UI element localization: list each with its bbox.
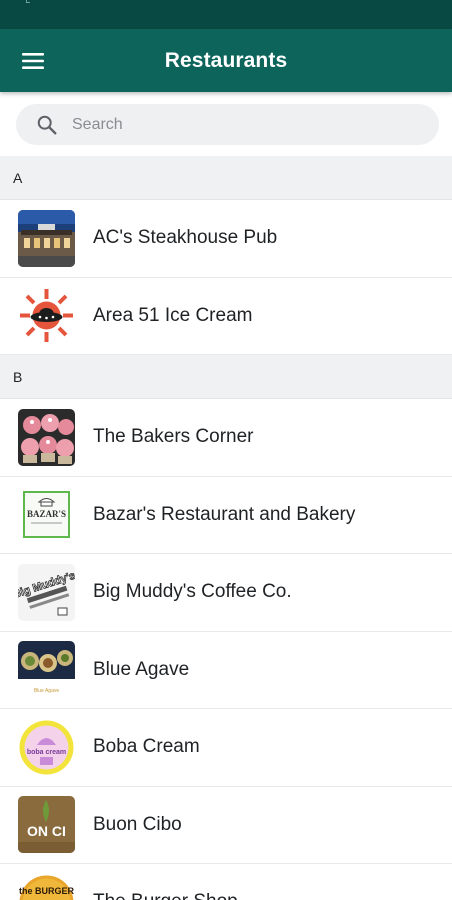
list-item[interactable]: Area 51 Ice Cream	[0, 277, 452, 355]
buon-cibo-logo-icon: ON CI	[18, 796, 75, 854]
search-input[interactable]	[72, 104, 422, 145]
list-item[interactable]: The Bakers Corner	[0, 399, 452, 477]
restaurant-list: A AC's Steakhouse Pub Area 51 Ice Cream …	[0, 156, 452, 900]
logo-text: the BURGER	[19, 886, 75, 896]
restaurant-name: The Bakers Corner	[93, 426, 254, 448]
search-icon	[37, 115, 57, 135]
section-header-b: B	[0, 355, 452, 399]
plates-photo-icon: Blue Agave	[18, 641, 75, 699]
restaurant-photo-icon	[18, 209, 75, 267]
page-title: Restaurants	[164, 49, 288, 72]
boba-cream-logo-icon: boba cream	[18, 718, 75, 776]
search-bar[interactable]	[16, 104, 439, 145]
list-item[interactable]: Big Muddy's Big Muddy's Coffee Co.	[0, 554, 452, 632]
restaurant-name: Area 51 Ice Cream	[93, 304, 253, 326]
list-item[interactable]: BAZAR'S Bazar's Restaurant and Bakery	[0, 476, 452, 554]
list-item[interactable]: Blue Agave Blue Agave	[0, 631, 452, 709]
restaurant-name: Blue Agave	[93, 658, 190, 680]
logo-text: ON CI	[27, 823, 66, 839]
list-item[interactable]: boba cream Boba Cream	[0, 709, 452, 787]
status-bar	[0, 0, 452, 29]
big-muddys-logo-icon: Big Muddy's	[18, 563, 75, 621]
cupcakes-photo-icon	[18, 408, 75, 466]
list-item[interactable]: the BURGER The Burger Shop	[0, 864, 452, 900]
restaurant-name: Big Muddy's Coffee Co.	[93, 581, 292, 603]
list-item[interactable]: AC's Steakhouse Pub	[0, 200, 452, 278]
list-item[interactable]: ON CI Buon Cibo	[0, 786, 452, 864]
app-bar: Restaurants	[0, 29, 452, 92]
logo-text: BAZAR'S	[27, 509, 66, 519]
restaurant-name: Buon Cibo	[93, 813, 182, 835]
restaurant-name: Bazar's Restaurant and Bakery	[93, 503, 356, 525]
logo-text: Blue Agave	[34, 688, 60, 694]
bazars-logo-icon: BAZAR'S	[18, 486, 75, 544]
logo-text: boba cream	[27, 749, 66, 756]
section-header-a: A	[0, 156, 452, 200]
restaurant-name: Boba Cream	[93, 736, 200, 758]
ufo-logo-icon	[18, 287, 75, 345]
burger-shop-logo-icon: the BURGER	[18, 873, 75, 900]
restaurant-name: The Burger Shop	[93, 891, 238, 900]
status-icon	[26, 0, 30, 3]
restaurant-name: AC's Steakhouse Pub	[93, 227, 278, 249]
